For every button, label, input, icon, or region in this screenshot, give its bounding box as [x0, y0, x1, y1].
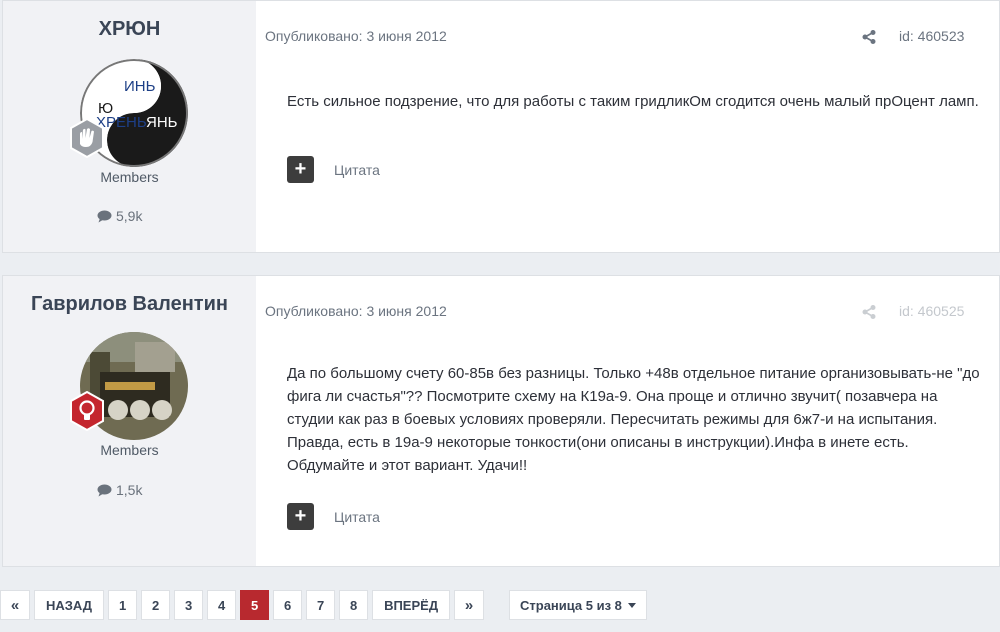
first-page-button[interactable]: « — [0, 590, 30, 620]
post-count-value: 1,5k — [116, 482, 143, 498]
avatar-text: ИНЬ — [124, 78, 156, 95]
page-jump-dropdown[interactable]: Страница 5 из 8 — [509, 590, 647, 620]
author-name[interactable]: Гаврилов Валентин — [3, 293, 256, 316]
next-page-button[interactable]: ВПЕРЁД — [372, 590, 451, 620]
quote-button[interactable]: Цитата — [334, 162, 380, 178]
prev-page-button[interactable]: НАЗАД — [34, 590, 105, 620]
quote-button[interactable]: Цитата — [334, 509, 380, 525]
group-badge-icon — [67, 390, 107, 432]
published-date[interactable]: Опубликовано: 3 июня 2012 — [265, 28, 447, 44]
multiquote-button[interactable]: + — [287, 503, 314, 530]
avatar-text: ЯНЬ — [146, 114, 178, 131]
comment-icon — [97, 210, 112, 222]
share-icon[interactable] — [861, 29, 877, 45]
page-button[interactable]: 3 — [174, 590, 204, 620]
share-icon[interactable] — [861, 304, 877, 320]
author-panel: ХРЮН ИНЬ Ю ХРЕНЬ ЯНЬ Members 5,9k — [3, 1, 256, 252]
post-count: 1,5k — [97, 482, 142, 498]
last-page-button[interactable]: » — [454, 590, 485, 620]
post-count: 5,9k — [97, 208, 142, 224]
page-button[interactable]: 6 — [273, 590, 303, 620]
author-group: Members — [100, 169, 159, 185]
pagination: « НАЗАД 1 2 3 4 5 6 7 8 ВПЕРЁД » — [0, 590, 485, 620]
comment-icon — [97, 484, 112, 496]
post-content: Есть сильное подзрение, что для работы с… — [287, 93, 979, 110]
author-panel: Гаврилов Валентин Members 1,5k — [3, 276, 256, 566]
page-button[interactable]: 4 — [207, 590, 237, 620]
post: Гаврилов Валентин Members 1,5k Опубликов… — [2, 275, 1000, 567]
author-name[interactable]: ХРЮН — [3, 18, 256, 41]
page-button[interactable]: 7 — [306, 590, 336, 620]
chevron-down-icon — [627, 602, 636, 608]
published-date[interactable]: Опубликовано: 3 июня 2012 — [265, 303, 447, 319]
post-content: Да по большому счету 60-85в без разницы.… — [287, 365, 980, 474]
page-button-current[interactable]: 5 — [240, 590, 270, 620]
post-count-value: 5,9k — [116, 208, 143, 224]
author-group: Members — [100, 442, 159, 458]
post-id: id: 460525 — [899, 303, 965, 319]
group-badge-icon — [67, 117, 107, 159]
plus-icon: + — [294, 505, 307, 527]
page-button[interactable]: 8 — [339, 590, 369, 620]
multiquote-button[interactable]: + — [287, 156, 314, 183]
page-button[interactable]: 2 — [141, 590, 171, 620]
plus-icon: + — [294, 158, 307, 180]
page-button[interactable]: 1 — [108, 590, 138, 620]
post-id: id: 460523 — [899, 28, 965, 44]
page-jump-label: Страница 5 из 8 — [520, 597, 622, 613]
post: ХРЮН ИНЬ Ю ХРЕНЬ ЯНЬ Members 5,9k Опубли… — [2, 0, 1000, 253]
